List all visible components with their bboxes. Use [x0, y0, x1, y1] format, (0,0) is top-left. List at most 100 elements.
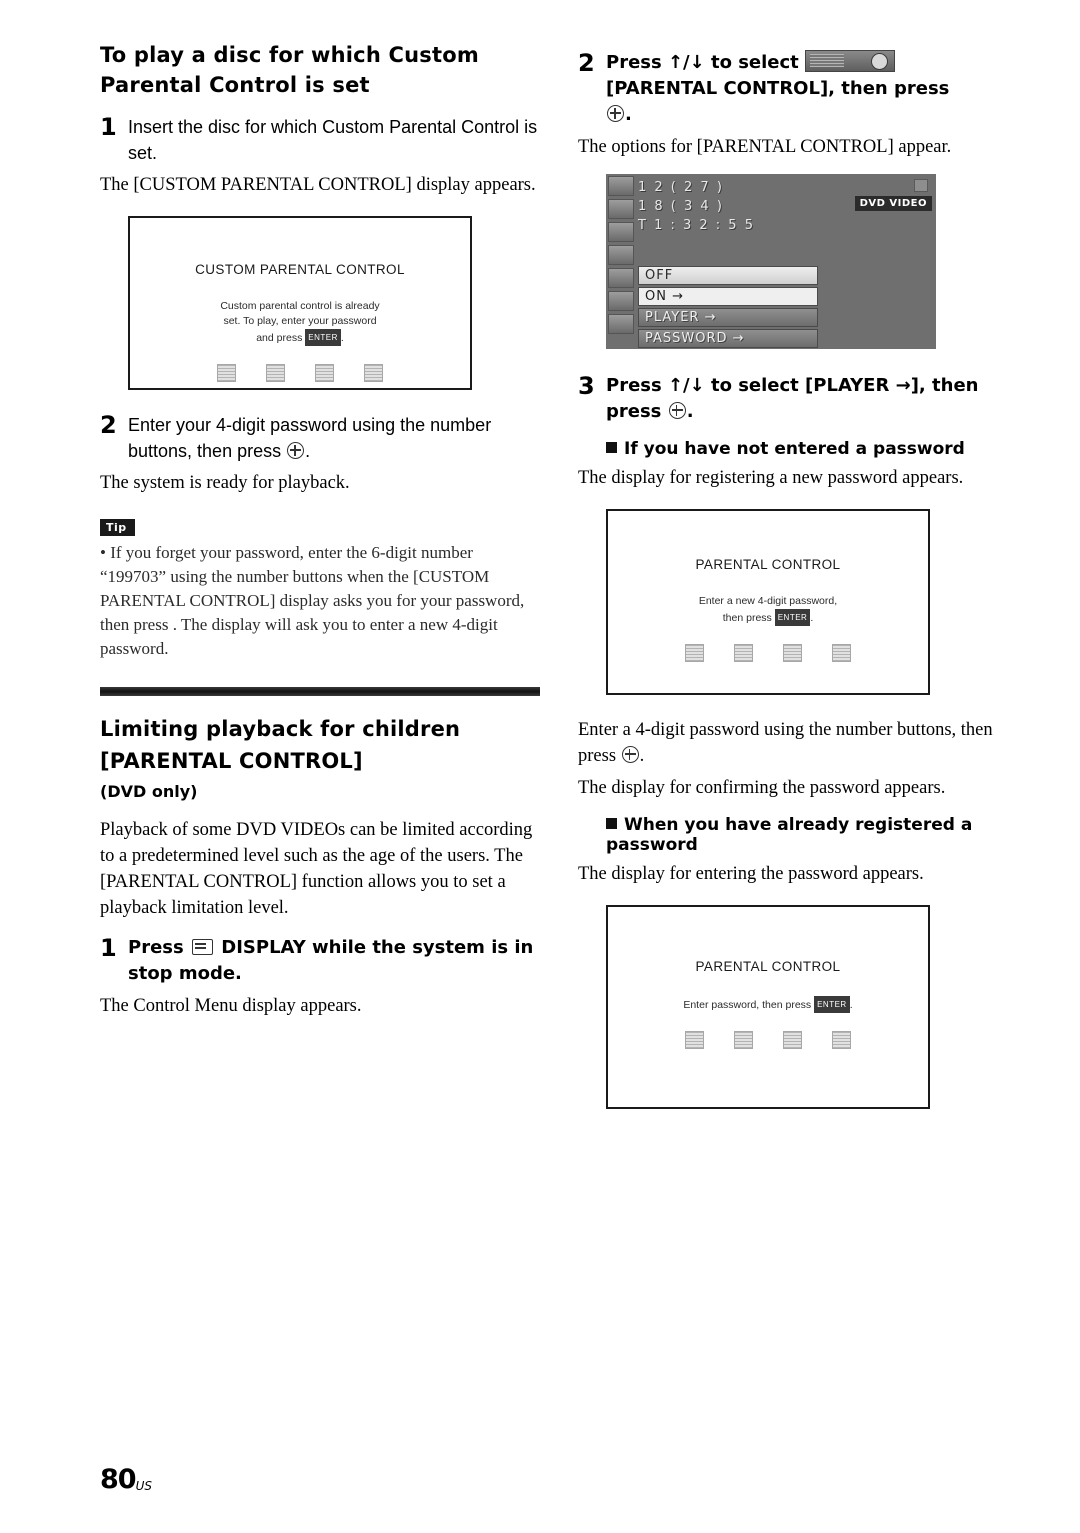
- left-section2-step-1-sub: The Control Menu display appears.: [100, 996, 362, 1016]
- number-key-icon: [685, 1031, 704, 1049]
- number-key-icons: [608, 644, 928, 662]
- screen-title: PARENTAL CONTROL: [695, 959, 841, 974]
- step-text-pre: Press: [128, 937, 184, 958]
- subsection-no-password: If you have not entered a password: [606, 439, 1006, 459]
- step-text: Press ↑/↓ to select [PARENTAL CONTROL], …: [602, 50, 1006, 128]
- osd-icon: [608, 176, 634, 196]
- right-column: 2 Press ↑/↓ to select [PARENTAL CONTROL]…: [578, 40, 1006, 1109]
- osd-option-player[interactable]: PLAYER →: [638, 308, 818, 327]
- step-text-c: .: [686, 401, 694, 422]
- enter-circle-icon: [607, 105, 624, 122]
- step-number: 1: [100, 113, 117, 141]
- subsection-heading-line-1: When you have already registered a: [624, 815, 973, 835]
- page-number-value: 80: [100, 1464, 137, 1495]
- step-text-b: .: [305, 441, 311, 461]
- right-mid-text-1-b: .: [639, 746, 645, 766]
- subsection-heading: If you have not entered a password: [624, 439, 965, 459]
- square-bullet-icon: [606, 818, 617, 829]
- osd-option-on[interactable]: ON →: [638, 287, 818, 306]
- screen-custom-parental-control: CUSTOM PARENTAL CONTROL Custom parental …: [128, 216, 472, 390]
- enter-key-badge: ENTER: [774, 609, 811, 626]
- number-key-icon: [315, 364, 334, 382]
- screen-line-1-post: .: [849, 999, 853, 1011]
- parental-control-icon: [805, 50, 896, 72]
- step-number: 3: [578, 372, 595, 400]
- enter-circle-icon: [287, 442, 305, 459]
- osd-icon: [608, 245, 634, 265]
- osd-icon: [608, 222, 634, 242]
- step-text-pre: Press ↑/↓ to select: [606, 52, 799, 73]
- left-step-1: 1 Insert the disc for which Custom Paren…: [100, 114, 540, 166]
- page-number-suffix: US: [135, 1479, 152, 1493]
- right-step-2: 2 Press ↑/↓ to select [PARENTAL CONTROL]…: [578, 50, 1006, 128]
- step-text-a: Press ↑/↓ to select [PLAYER →], then: [606, 375, 979, 396]
- display-icon: [192, 939, 213, 955]
- number-key-icon: [217, 364, 236, 382]
- screen-parental-control-new-password: PARENTAL CONTROL Enter a new 4-digit pas…: [606, 509, 930, 695]
- number-key-icons: [130, 364, 470, 382]
- screen-line-2-post: .: [810, 612, 814, 624]
- page-number: 80US: [100, 1464, 152, 1495]
- right-mid-text-1: Enter a 4-digit password using the numbe…: [578, 717, 1006, 769]
- screen-line-1: Custom parental control is already: [220, 300, 380, 312]
- step-number: 1: [100, 934, 117, 962]
- tip-label: Tip: [100, 519, 135, 536]
- right-step-3: 3 Press ↑/↓ to select [PLAYER →], then p…: [578, 373, 1006, 425]
- number-key-icon: [685, 644, 704, 662]
- left-step-1-sub: The [CUSTOM PARENTAL CONTROL] display ap…: [100, 175, 536, 195]
- screen-line-3: and press ENTER.: [130, 329, 470, 346]
- osd-top-info: 1 2 ( 2 7 ) 1 8 ( 3 4 ) T 1 : 3 2 : 5 5: [638, 178, 755, 235]
- osd-option-menu: OFF ON → PLAYER → PASSWORD →: [638, 266, 818, 349]
- number-key-icon: [832, 644, 851, 662]
- screen-line-1-pre: Enter password, then press: [683, 999, 812, 1011]
- osd-line-2: 1 8 ( 3 4 ): [638, 199, 724, 214]
- step-text: Press ↑/↓ to select [PLAYER →], then pre…: [602, 373, 1006, 425]
- number-key-icon: [364, 364, 383, 382]
- left-step-2: 2 Enter your 4-digit password using the …: [100, 412, 540, 464]
- screen-line-3-post: .: [340, 332, 344, 344]
- screen-line-2: then press ENTER.: [608, 609, 928, 626]
- subsection-already-registered: When you have already registered a passw…: [606, 815, 1006, 855]
- manual-page: To play a disc for which Custom Parental…: [0, 0, 1080, 1533]
- screen-title: CUSTOM PARENTAL CONTROL: [195, 262, 405, 277]
- osd-icon: [608, 291, 634, 311]
- dvd-only-label: (DVD only): [100, 782, 198, 801]
- step-text-post: DISPLAY while the system is in stop mode…: [128, 937, 534, 984]
- enter-circle-icon: [621, 746, 639, 763]
- osd-icon: [608, 268, 634, 288]
- enter-circle-icon: [668, 402, 686, 419]
- page-title: To play a disc for which Custom Parental…: [100, 43, 479, 97]
- osd-option-password[interactable]: PASSWORD →: [638, 329, 818, 348]
- screen-title: PARENTAL CONTROL: [695, 557, 841, 572]
- osd-line-3: T 1 : 3 2 : 5 5: [638, 218, 755, 233]
- square-bullet-icon: [606, 442, 617, 453]
- left-step-2-sub: The system is ready for playback.: [100, 473, 350, 493]
- section-heading-line-2: [PARENTAL CONTROL]: [100, 749, 363, 773]
- osd-small-badge-icon: [914, 179, 928, 192]
- osd-icon: [608, 314, 634, 334]
- subsection-no-password-body: The display for registering a new passwo…: [578, 468, 964, 488]
- osd-parental-control-options: 1 2 ( 2 7 ) 1 8 ( 3 4 ) T 1 : 3 2 : 5 5 …: [606, 174, 936, 349]
- step-text-b: press: [606, 401, 662, 422]
- number-key-icon: [734, 644, 753, 662]
- tip-text: • If you forget your password, enter the…: [100, 543, 525, 658]
- osd-option-off[interactable]: OFF: [638, 266, 818, 285]
- section-divider: [100, 687, 540, 696]
- screen-line-1: Enter a new 4-digit password,: [698, 595, 838, 607]
- enter-key-badge: ENTER: [814, 996, 850, 1013]
- number-key-icon: [734, 1031, 753, 1049]
- section-heading-line-1: Limiting playback for children: [100, 717, 461, 741]
- step-number: 2: [100, 411, 117, 439]
- number-key-icon: [783, 1031, 802, 1049]
- step-number: 2: [578, 49, 595, 77]
- screen-line-3-pre: and press: [256, 332, 303, 344]
- number-key-icon: [266, 364, 285, 382]
- step-text: Press DISPLAY while the system is in sto…: [124, 935, 540, 987]
- step-text-post: .: [625, 104, 632, 125]
- osd-icon: [608, 199, 634, 219]
- enter-key-badge: ENTER: [305, 329, 341, 346]
- right-mid-text-2: The display for confirming the password …: [578, 778, 946, 798]
- number-key-icons: [608, 1031, 928, 1049]
- left-column: To play a disc for which Custom Parental…: [100, 40, 540, 1019]
- osd-dvd-video-badge: DVD VIDEO: [854, 196, 932, 211]
